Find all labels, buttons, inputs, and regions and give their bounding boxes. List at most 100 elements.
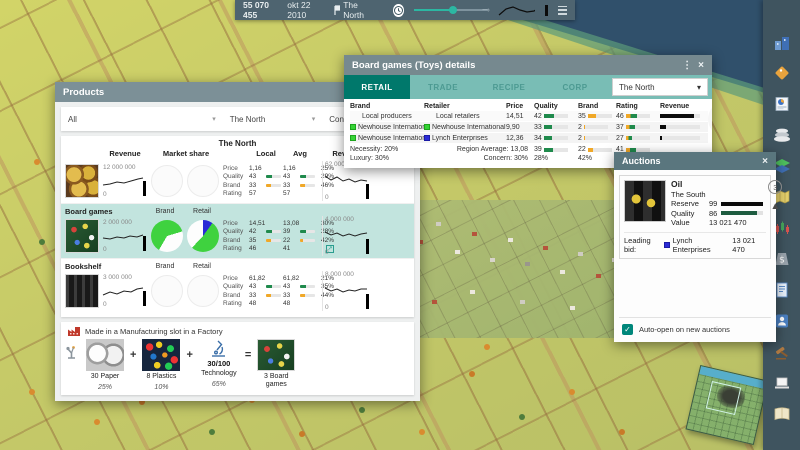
product-name: Bookshelf xyxy=(65,261,102,271)
revenue-bar xyxy=(366,184,369,199)
company-color-swatch xyxy=(350,124,356,130)
factory-icon xyxy=(68,327,80,336)
recipe-made-in: Made in a Manufacturing slot in a Factor… xyxy=(85,326,223,336)
close-icon[interactable]: × xyxy=(762,156,768,167)
bid-arrow-button[interactable]: ▲ xyxy=(770,202,780,212)
recipe-input[interactable]: 8 Plastics 10% xyxy=(139,339,183,391)
paper-image xyxy=(86,339,124,371)
menu-icon[interactable] xyxy=(558,5,567,15)
retail-pie-empty xyxy=(187,165,219,197)
revenue-cell: 2 000 000 0 xyxy=(101,219,149,253)
revenue-bar xyxy=(143,236,146,251)
filter-product-dropdown[interactable]: All ▾ xyxy=(61,107,223,131)
retail-row[interactable]: Newhouse International Newhouse Internat… xyxy=(350,122,708,132)
auto-open-checkbox[interactable]: ✓ xyxy=(622,324,633,335)
report-icon[interactable] xyxy=(772,94,792,113)
retail-columns: Brand Retailer Price Quality Brand Rating R… xyxy=(350,102,690,110)
details-title: Board games (Toys) details xyxy=(352,59,476,71)
product-stats: Price 61,82 61,82 21% Quality 43 43 35% Brand 3… xyxy=(223,274,334,308)
game-date: okt 22 2010 xyxy=(287,0,311,20)
product-stats: Price 1,16 1,16 25% Quality 43 43 29% Brand 33 3… xyxy=(223,164,334,198)
retail-pie xyxy=(187,220,219,252)
trees-dots xyxy=(0,0,4,4)
retail-row[interactable]: Local producers Local retailers 14,51 42… xyxy=(350,111,708,121)
auctions-titlebar[interactable]: Auctions × xyxy=(614,152,776,170)
auction-item[interactable]: Oil The South Reserve 99 Quality 86 Value 1… xyxy=(619,175,783,259)
revenue-cell: 12 000 000 0 xyxy=(101,164,149,198)
revenue-sparkline xyxy=(102,234,144,240)
manufacturing-robot-icon xyxy=(66,346,75,359)
product-image xyxy=(65,274,99,308)
board-games-image xyxy=(257,339,296,371)
close-icon[interactable]: × xyxy=(698,60,704,71)
slider-knob[interactable] xyxy=(449,6,458,14)
product-stats: Price 14,51 13,08 30% Quality 42 39 28% Brand 3… xyxy=(223,219,334,253)
tab-recipe[interactable]: RECIPE xyxy=(476,75,542,99)
auctions-title: Auctions xyxy=(622,156,661,166)
details-tabs: RETAIL TRADE RECIPE CORP The North ▾ xyxy=(344,75,712,99)
revenue-bar xyxy=(366,294,369,309)
resources-icon[interactable] xyxy=(772,125,792,144)
research-icon[interactable] xyxy=(772,373,792,392)
recipe-output[interactable]: 3 Board games xyxy=(254,339,298,389)
plus-sign: + xyxy=(186,349,193,361)
guide-icon[interactable] xyxy=(772,404,792,423)
products-title: Products xyxy=(63,86,105,98)
auction-gavel-icon[interactable] xyxy=(772,342,792,361)
revenue-sparkline xyxy=(324,231,368,237)
auto-open-label: Auto-open on new auctions xyxy=(639,325,730,334)
revenue-sparkline xyxy=(102,177,144,186)
filter-region-dropdown[interactable]: The North ▾ xyxy=(223,107,323,131)
tab-retail[interactable]: RETAIL xyxy=(344,75,410,99)
company-color-swatch xyxy=(424,124,430,130)
leading-bid-amount: 13 021 470 xyxy=(732,235,756,254)
leading-bidder: Lynch Enterprises xyxy=(672,235,711,254)
revenue-cell-right: 8 000 000 0 xyxy=(322,271,374,311)
market-sparkline xyxy=(498,5,535,15)
bidder-color-swatch xyxy=(663,241,670,248)
market-bar xyxy=(544,4,549,16)
microscope-icon xyxy=(211,340,225,357)
auction-region: The South xyxy=(671,189,706,199)
chevron-down-icon: ▾ xyxy=(311,116,316,123)
product-name: Board games xyxy=(65,206,113,216)
equals-sign: = xyxy=(244,349,252,361)
region-name: The North xyxy=(343,0,365,20)
plastics-image xyxy=(142,339,181,371)
details-region-dropdown[interactable]: The North ▾ xyxy=(612,78,708,96)
tag-icon[interactable] xyxy=(772,63,792,82)
clock-icon[interactable] xyxy=(393,3,404,17)
recipe-input[interactable]: 30 Paper 25% xyxy=(83,339,127,391)
svg-text:$: $ xyxy=(779,255,785,265)
brand-pie xyxy=(151,220,183,252)
time-speed-slider[interactable]: ─› xyxy=(413,4,490,16)
auction-timer: 3 xyxy=(768,180,783,194)
minimap-viewport[interactable] xyxy=(705,381,742,416)
slider-fill xyxy=(413,9,453,11)
retail-row[interactable]: Newhouse International Lynch Enterprises… xyxy=(350,133,708,143)
revenue-bar xyxy=(143,181,146,196)
flag-icon xyxy=(334,4,341,15)
revenue-sparkline xyxy=(324,175,368,183)
brand-pie-empty xyxy=(151,275,183,307)
product-image xyxy=(65,219,99,253)
product-row[interactable]: Bookshelf Brand Retail 3 000 000 0 Price… xyxy=(61,258,414,313)
slider-arrow-icon: ─› xyxy=(482,7,490,14)
region-selector[interactable]: The North xyxy=(333,0,373,20)
recipe-technology[interactable]: 30/100 Technology 65% xyxy=(196,339,242,388)
revenue-bar xyxy=(366,239,369,254)
auctions-window: Auctions × Oil The South Reserve 99 Quali… xyxy=(614,152,783,342)
retail-pie-chart xyxy=(708,101,712,137)
company-color-swatch xyxy=(350,135,356,141)
window-menu-icon[interactable]: ⋮ xyxy=(682,60,692,71)
details-titlebar[interactable]: Board games (Toys) details ⋮ × xyxy=(344,55,712,75)
recipe-panel: Made in a Manufacturing slot in a Factor… xyxy=(61,322,414,395)
tab-trade[interactable]: TRADE xyxy=(410,75,476,99)
money-balance: 55 070 455 xyxy=(243,0,269,20)
revenue-bar xyxy=(143,291,146,306)
product-row-selected[interactable]: Board games Brand Retail 2 000 000 0 Pri… xyxy=(61,203,414,258)
revenue-sparkline xyxy=(324,287,367,293)
industry-icon[interactable] xyxy=(772,32,792,51)
top-bar: 55 070 455 okt 22 2010 The North ─› xyxy=(235,0,575,20)
tab-corp[interactable]: CORP xyxy=(542,75,608,99)
